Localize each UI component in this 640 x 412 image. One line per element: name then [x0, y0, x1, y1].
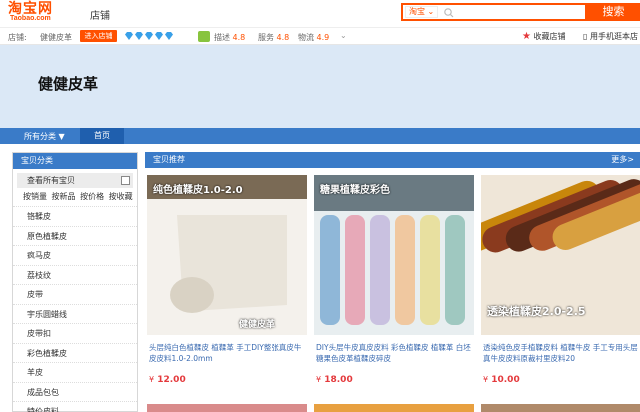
product-card[interactable]: 纯色植鞣皮1.0-2.0 健健皮革头层纯白色植鞣皮 植鞣革 手工DIY整张真皮牛皮… — [147, 175, 307, 395]
search-input[interactable] — [457, 5, 583, 19]
store-info-bar: 店铺: 健健皮革 进入店铺 描述 4.8 服务 4.8 物流 4.9 ⌄ ★ 收… — [0, 27, 640, 45]
mobile-label: 用手机逛本店 — [589, 32, 638, 41]
store-label: 店铺: — [8, 33, 27, 42]
view-all-label: 查看所有宝贝 — [27, 176, 75, 185]
search-scope-label: 淘宝 — [409, 7, 425, 16]
chevron-down-icon[interactable]: ⌄ — [340, 31, 347, 40]
sidebar-category-item[interactable]: 宇乐圆蜡线 — [13, 303, 137, 324]
sidebar-category-item[interactable]: 皮带扣 — [13, 323, 137, 343]
diamond-icon — [155, 32, 163, 40]
diamond-icon — [145, 32, 153, 40]
store-rank-diamonds — [124, 31, 174, 42]
top-header: 淘宝网 Taobao.com 店铺 淘宝 ⌄ 搜索 — [0, 0, 640, 26]
product-title[interactable]: DIY头层牛皮真皮皮料 彩色植鞣皮 植鞣革 白坯糖果色皮革植鞣皮碎皮 — [316, 342, 472, 368]
sort-options: 按销量 按新品 按价格 按收藏 — [13, 188, 137, 206]
store-tab[interactable]: 店铺 — [90, 7, 110, 22]
next-product-image[interactable] — [147, 404, 307, 412]
product-price: ¥ 18.00 — [316, 375, 353, 385]
rating-badge-icon — [198, 31, 210, 42]
collapse-icon[interactable] — [121, 176, 130, 185]
category-list: 铬鞣皮 原色植鞣皮 疯马皮 荔枝纹 皮带 宇乐圆蜡线 皮带扣 彩色植鞣皮 羊皮 成品包包 特价皮料 — [13, 206, 137, 412]
sidebar-category-item[interactable]: 特价皮料 — [13, 401, 137, 412]
price-value: 10.00 — [491, 375, 520, 385]
product-price: ¥ 12.00 — [149, 375, 186, 385]
currency-symbol: ¥ — [316, 375, 322, 384]
sidebar-category-item[interactable]: 荔枝纹 — [13, 264, 137, 285]
sidebar-category-item[interactable]: 羊皮 — [13, 362, 137, 382]
shop-banner: 健健皮革 — [0, 45, 640, 128]
mobile-store-link[interactable]: ▯ 用手机逛本店 — [583, 31, 638, 42]
more-link[interactable]: 更多> — [611, 152, 634, 168]
nav-category-label: 所有分类 — [24, 132, 56, 141]
search-box[interactable]: 淘宝 ⌄ — [401, 3, 587, 21]
search-scope-dropdown[interactable]: 淘宝 ⌄ — [405, 6, 439, 18]
category-sidebar: 宝贝分类 查看所有宝贝 按销量 按新品 按价格 按收藏 铬鞣皮 原色植鞣皮 疯马皮荔… — [12, 152, 138, 412]
view-all-items[interactable]: 查看所有宝贝 — [17, 173, 133, 188]
product-overlay-text: 糖果植鞣皮彩色 — [320, 185, 390, 196]
shop-title: 健健皮革 — [38, 75, 99, 93]
enter-store-button[interactable]: 进入店铺 — [80, 30, 117, 42]
price-value: 12.00 — [157, 375, 186, 385]
nav-all-categories[interactable]: 所有分类 ▼ — [24, 131, 65, 142]
sidebar-category-item[interactable]: 疯马皮 — [13, 245, 137, 265]
shop-nav: 所有分类 ▼ 首页 — [0, 128, 640, 144]
nav-home[interactable]: 首页 — [80, 128, 124, 144]
currency-symbol: ¥ — [149, 375, 155, 384]
search-icon — [444, 8, 454, 18]
sort-by-favorites[interactable]: 按收藏 — [109, 192, 133, 201]
product-image[interactable]: 纯色植鞣皮1.0-2.0 健健皮革 — [147, 175, 307, 335]
sidebar-category-item[interactable]: 皮带 — [13, 284, 137, 304]
diamond-icon — [125, 32, 133, 40]
product-card[interactable]: 糖果植鞣皮彩色 DIY头层牛皮真皮皮料 彩色植鞣皮 植鞣革 白坯糖果色皮革植鞣皮碎… — [314, 175, 474, 395]
product-overlay-text: 纯色植鞣皮1.0-2.0 — [153, 185, 243, 196]
recommend-header: 宝贝推荐 更多> — [145, 152, 640, 168]
taobao-logo[interactable]: 淘宝网 Taobao.com — [8, 1, 76, 23]
sidebar-category-item[interactable]: 彩色植鞣皮 — [13, 342, 137, 363]
diamond-icon — [135, 32, 143, 40]
next-product-image[interactable] — [481, 404, 640, 412]
sidebar-category-item[interactable]: 原色植鞣皮 — [13, 225, 137, 246]
store-name[interactable]: 健健皮革 — [40, 32, 72, 43]
rating-description: 描述 4.8 — [214, 33, 246, 42]
product-brand-watermark: 健健皮革 — [239, 320, 276, 330]
sidebar-category-item[interactable]: 铬鞣皮 — [13, 206, 137, 226]
product-image[interactable]: 透染植鞣皮2.0-2.5 — [481, 175, 640, 335]
product-overlay-text: 透染植鞣皮2.0-2.5 — [487, 305, 586, 318]
product-title[interactable]: 头层纯白色植鞣皮 植鞣革 手工DIY整张真皮牛皮皮料1.0-2.0mm — [149, 342, 305, 368]
product-title[interactable]: 透染纯色皮手植鞣皮料 植鞣牛皮 手工专用头层真牛皮皮料原裁衬里皮料20 — [483, 342, 639, 368]
sort-by-new[interactable]: 按新品 — [52, 192, 76, 201]
recommend-title: 宝贝推荐 — [153, 155, 185, 164]
favorite-label: 收藏店铺 — [533, 32, 566, 41]
diamond-icon — [165, 32, 173, 40]
rating-service: 服务 4.8 — [258, 33, 290, 42]
favorite-store-link[interactable]: ★ 收藏店铺 — [522, 31, 566, 42]
product-price: ¥ 10.00 — [483, 375, 520, 385]
price-value: 18.00 — [324, 375, 353, 385]
currency-symbol: ¥ — [483, 375, 489, 384]
mobile-icon: ▯ — [583, 32, 588, 41]
search-button[interactable]: 搜索 — [587, 3, 640, 21]
sidebar-title: 宝贝分类 — [13, 153, 137, 169]
sort-by-sales[interactable]: 按销量 — [23, 192, 47, 201]
next-product-image[interactable] — [314, 404, 474, 412]
rating-logistics: 物流 4.9 — [298, 33, 330, 42]
product-card[interactable]: 透染植鞣皮2.0-2.5 透染纯色皮手植鞣皮料 植鞣牛皮 手工专用头层真牛皮皮料原… — [481, 175, 640, 395]
sidebar-category-item[interactable]: 成品包包 — [13, 381, 137, 402]
sort-by-price[interactable]: 按价格 — [80, 192, 104, 201]
logo-subtext: Taobao.com — [10, 15, 51, 22]
star-icon: ★ — [522, 31, 531, 42]
product-image[interactable]: 糖果植鞣皮彩色 — [314, 175, 474, 335]
